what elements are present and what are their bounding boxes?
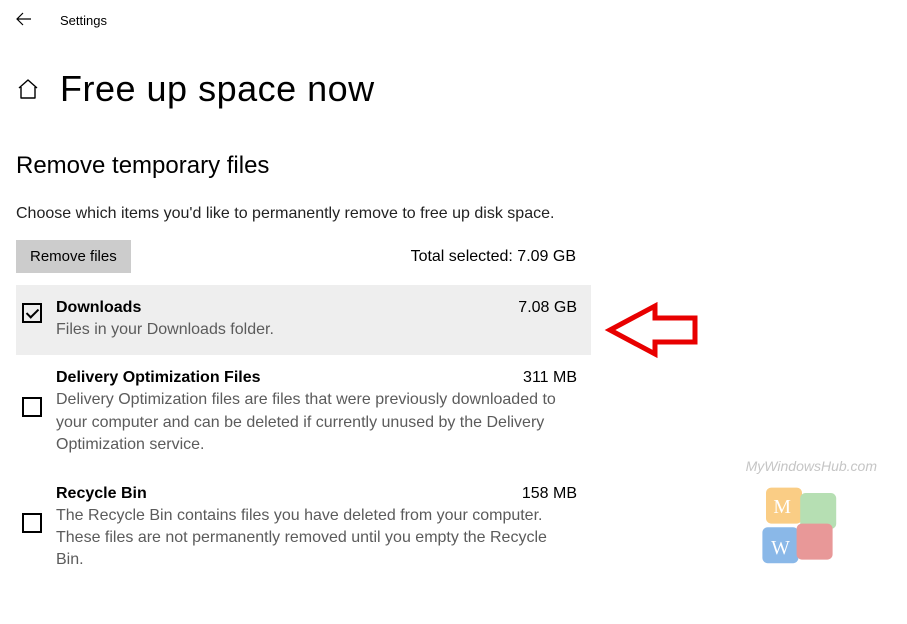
remove-row: Remove files Total selected: 7.09 GB <box>16 240 576 273</box>
page-header: Free up space now <box>0 68 907 110</box>
titlebar: Settings <box>0 0 907 40</box>
item-description: The Recycle Bin contains files you have … <box>56 505 577 572</box>
checkbox-delivery-optimization[interactable] <box>22 397 42 417</box>
item-title: Downloads <box>56 299 141 317</box>
checkbox-recycle-bin[interactable] <box>22 513 42 533</box>
checkbox-downloads[interactable] <box>22 303 42 323</box>
section-title: Remove temporary files <box>16 152 891 180</box>
item-title: Recycle Bin <box>56 485 147 503</box>
item-body: Downloads 7.08 GB Files in your Download… <box>56 299 577 341</box>
list-item[interactable]: Downloads 7.08 GB Files in your Download… <box>16 285 591 355</box>
item-description: Delivery Optimization files are files th… <box>56 389 577 456</box>
item-list: Downloads 7.08 GB Files in your Download… <box>16 285 591 586</box>
list-item[interactable]: Recycle Bin 158 MB The Recycle Bin conta… <box>16 471 591 586</box>
back-arrow-icon <box>16 12 32 26</box>
home-icon[interactable] <box>16 77 40 101</box>
back-button[interactable] <box>16 12 32 29</box>
instruction-text: Choose which items you'd like to permane… <box>16 202 596 226</box>
item-size: 158 MB <box>522 485 577 503</box>
item-size: 7.08 GB <box>518 299 577 317</box>
list-item[interactable]: Delivery Optimization Files 311 MB Deliv… <box>16 355 591 470</box>
item-description: Files in your Downloads folder. <box>56 319 577 341</box>
item-title: Delivery Optimization Files <box>56 369 261 387</box>
item-body: Recycle Bin 158 MB The Recycle Bin conta… <box>56 485 577 572</box>
item-size: 311 MB <box>523 369 577 387</box>
total-selected-label: Total selected: 7.09 GB <box>411 248 576 266</box>
remove-files-button[interactable]: Remove files <box>16 240 131 273</box>
page-title: Free up space now <box>60 68 375 110</box>
titlebar-label: Settings <box>60 13 107 28</box>
item-body: Delivery Optimization Files 311 MB Deliv… <box>56 369 577 456</box>
